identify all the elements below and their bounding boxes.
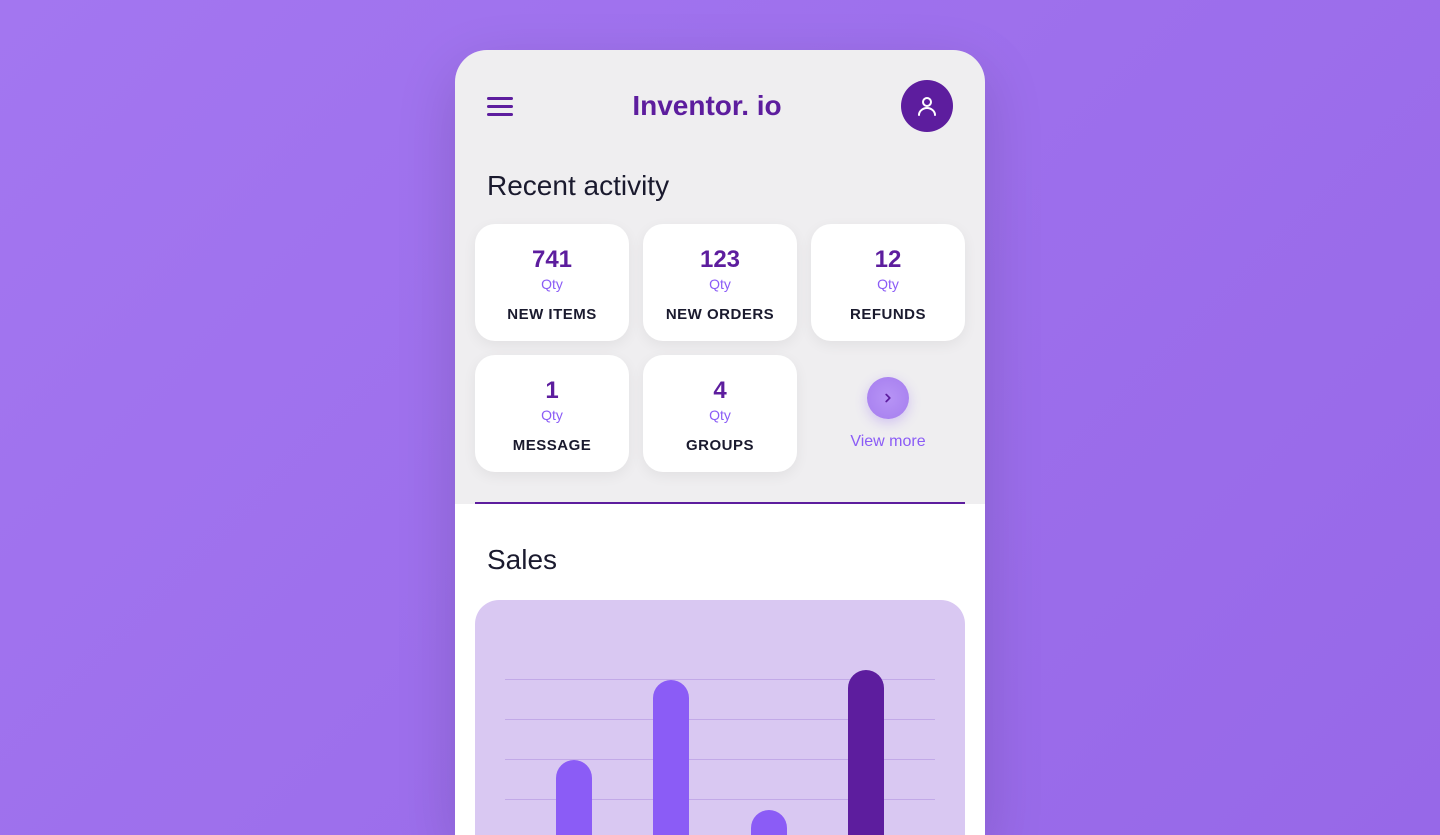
card-label: GROUPS [651, 437, 789, 454]
menu-icon[interactable] [487, 97, 513, 116]
card-label: REFUNDS [819, 306, 957, 323]
card-new-items[interactable]: 741 Qty NEW ITEMS [475, 224, 629, 341]
recent-activity-title: Recent activity [455, 152, 985, 224]
card-groups[interactable]: 4 Qty GROUPS [643, 355, 797, 472]
sales-section: Sales [455, 504, 985, 835]
card-unit: Qty [819, 276, 957, 292]
view-more-label: View more [850, 433, 925, 451]
activity-cards-grid: 741 Qty NEW ITEMS 123 Qty NEW ORDERS 12 … [455, 224, 985, 472]
card-unit: Qty [651, 407, 789, 423]
app-title: Inventor. io [632, 90, 781, 122]
person-icon [915, 94, 939, 118]
sales-title: Sales [455, 504, 985, 600]
card-unit: Qty [483, 407, 621, 423]
card-value: 4 [651, 377, 789, 405]
chart-bars [505, 640, 935, 835]
card-unit: Qty [483, 276, 621, 292]
profile-button[interactable] [901, 80, 953, 132]
card-refunds[interactable]: 12 Qty REFUNDS [811, 224, 965, 341]
card-unit: Qty [651, 276, 789, 292]
app-screen: Inventor. io Recent activity 741 Qty NEW… [455, 50, 985, 835]
card-message[interactable]: 1 Qty MESSAGE [475, 355, 629, 472]
card-value: 1 [483, 377, 621, 405]
view-more-button[interactable]: View more [811, 355, 965, 472]
card-value: 741 [483, 246, 621, 274]
chart-bar [653, 680, 689, 835]
card-value: 123 [651, 246, 789, 274]
sales-chart [475, 600, 965, 835]
app-header: Inventor. io [455, 50, 985, 152]
chart-bar [556, 760, 592, 835]
card-value: 12 [819, 246, 957, 274]
card-label: NEW ORDERS [651, 306, 789, 323]
chart-bar [848, 670, 884, 835]
chevron-right-icon [867, 377, 909, 419]
card-label: NEW ITEMS [483, 306, 621, 323]
chart-bar [751, 810, 787, 835]
card-label: MESSAGE [483, 437, 621, 454]
card-new-orders[interactable]: 123 Qty NEW ORDERS [643, 224, 797, 341]
